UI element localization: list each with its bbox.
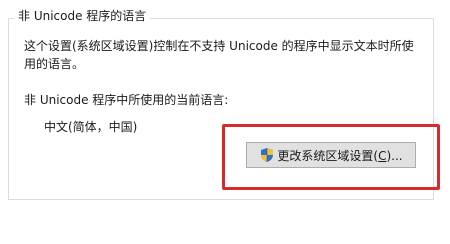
description-text: 这个设置(系统区域设置)控制在不支持 Unicode 的程序中显示文本时所使用的…	[24, 39, 414, 71]
current-language-label: 非 Unicode 程序中所使用的当前语言:	[24, 93, 229, 107]
change-button-label: 更改系统区域设置(C)...	[277, 148, 403, 163]
region-settings-panel: 非 Unicode 程序的语言 这个设置(系统区域设置)控制在不支持 Unico…	[0, 0, 450, 244]
change-system-locale-button[interactable]: 更改系统区域设置(C)...	[246, 142, 416, 168]
uac-shield-icon	[259, 147, 275, 163]
current-language-value: 中文(简体，中国)	[44, 120, 138, 134]
group-title: 非 Unicode 程序的语言	[14, 8, 151, 24]
